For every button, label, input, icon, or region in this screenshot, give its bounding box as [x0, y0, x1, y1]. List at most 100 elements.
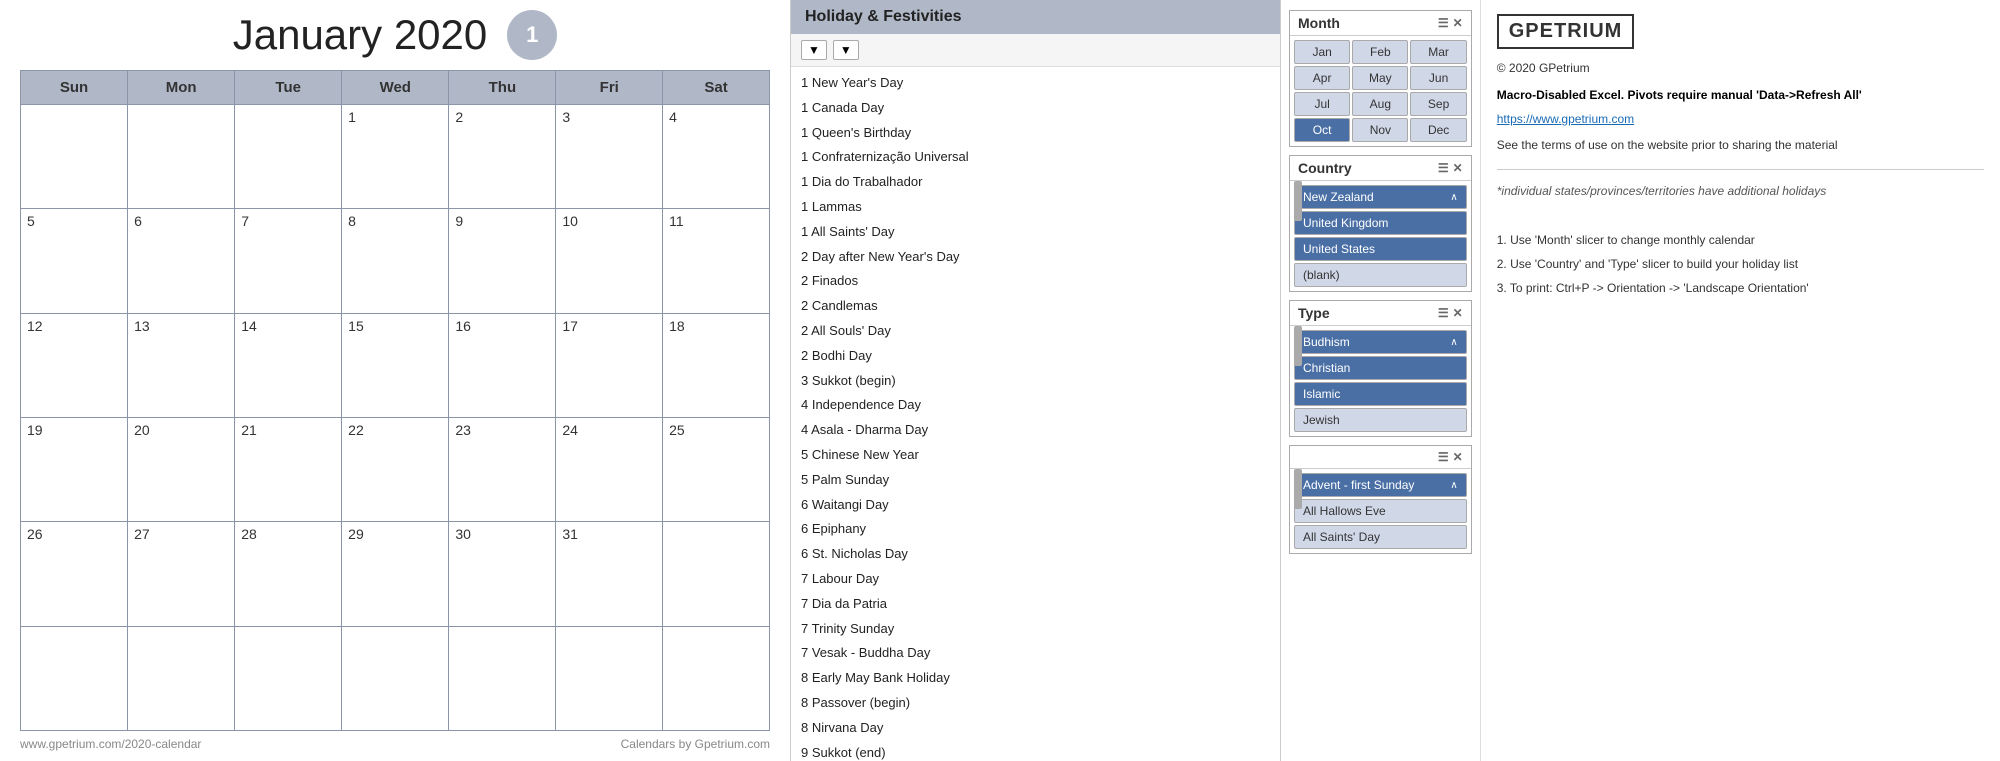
calendar-cell — [21, 105, 128, 209]
month-btn-nov[interactable]: Nov — [1352, 118, 1408, 142]
slicers-panel: Month ☰ ✕ JanFebMarAprMayJunJulAugSepOct… — [1281, 0, 1481, 761]
month-btn-apr[interactable]: Apr — [1294, 66, 1350, 90]
country-item[interactable]: United Kingdom — [1294, 211, 1467, 235]
list-item: 4 Independence Day — [801, 393, 1270, 418]
list-item: 2 Finados — [801, 269, 1270, 294]
type-item[interactable]: Budhism∧ — [1294, 330, 1467, 354]
day-number: 27 — [134, 526, 150, 542]
calendar-cell: 5 — [21, 209, 128, 313]
month-btn-jul[interactable]: Jul — [1294, 92, 1350, 116]
calendar-cell: 7 — [235, 209, 342, 313]
day-number: 28 — [241, 526, 257, 542]
calendar-header-row: SunMonTueWedThuFriSat — [21, 71, 770, 105]
month-btn-dec[interactable]: Dec — [1410, 118, 1466, 142]
calendar-title: January 2020 — [233, 11, 488, 59]
country-item[interactable]: (blank) — [1294, 263, 1467, 287]
month-btn-jan[interactable]: Jan — [1294, 40, 1350, 64]
calendar-cell: 3 — [556, 105, 663, 209]
month-sort-icon[interactable]: ☰ — [1438, 16, 1449, 30]
day-number: 25 — [669, 422, 685, 438]
calendar-cell: 18 — [663, 313, 770, 417]
list-item: 1 Confraternização Universal — [801, 145, 1270, 170]
type-item[interactable]: Jewish — [1294, 408, 1467, 432]
instruction-item: 3. To print: Ctrl+P -> Orientation -> 'L… — [1497, 276, 1984, 300]
month-btn-oct[interactable]: Oct — [1294, 118, 1350, 142]
day-number: 12 — [27, 318, 43, 334]
calendar-cell: 27 — [128, 522, 235, 626]
type-item[interactable]: Islamic — [1294, 382, 1467, 406]
day-number: 6 — [134, 213, 142, 229]
list-item: 1 All Saints' Day — [801, 220, 1270, 245]
list-item: 4 Asala - Dharma Day — [801, 418, 1270, 443]
day-number: 2 — [455, 109, 463, 125]
copyright: © 2020 GPetrium — [1497, 59, 1984, 78]
list-item: 7 Trinity Sunday — [801, 617, 1270, 642]
filter-btn-1[interactable]: ▼ — [801, 40, 827, 60]
calendar-cell: 23 — [449, 417, 556, 521]
type-slicer-header: Type ☰ ✕ — [1290, 301, 1471, 326]
calendar-cell: 4 — [663, 105, 770, 209]
month-btn-feb[interactable]: Feb — [1352, 40, 1408, 64]
holiday-name-item[interactable]: Advent - first Sunday∧ — [1294, 473, 1467, 497]
list-item: 7 Dia da Patria — [801, 592, 1270, 617]
list-item: 6 Epiphany — [801, 517, 1270, 542]
calendar-cell: 6 — [128, 209, 235, 313]
instructions-list: 1. Use 'Month' slicer to change monthly … — [1497, 228, 1984, 300]
calendar-week-0: 12 34 — [21, 105, 770, 209]
holiday-name-list: Advent - first Sunday∧All Hallows EveAll… — [1290, 469, 1471, 553]
month-btn-may[interactable]: May — [1352, 66, 1408, 90]
day-number: 11 — [669, 213, 684, 229]
country-clear-icon[interactable]: ✕ — [1453, 161, 1463, 175]
right-panel: Month ☰ ✕ JanFebMarAprMayJunJulAugSepOct… — [1280, 0, 2000, 761]
month-btn-mar[interactable]: Mar — [1410, 40, 1466, 64]
holiday-name-item[interactable]: All Hallows Eve — [1294, 499, 1467, 523]
country-item[interactable]: New Zealand∧ — [1294, 185, 1467, 209]
day-number: 5 — [27, 213, 35, 229]
footer-right: Calendars by Gpetrium.com — [621, 737, 770, 751]
day-number: 15 — [348, 318, 364, 334]
website-link[interactable]: https://www.gpetrium.com — [1497, 112, 1984, 126]
month-clear-icon[interactable]: ✕ — [1453, 16, 1463, 30]
country-slicer-header: Country ☰ ✕ — [1290, 156, 1471, 181]
calendar-cell: 26 — [21, 522, 128, 626]
country-item[interactable]: United States — [1294, 237, 1467, 261]
calendar-cell — [128, 105, 235, 209]
holiday-name-slicer: ☰ ✕ Advent - first Sunday∧All Hallows Ev… — [1289, 445, 1472, 554]
macro-warning: Macro-Disabled Excel. Pivots require man… — [1497, 88, 1984, 102]
calendar-cell — [235, 105, 342, 209]
calendar-cell: 12 — [21, 313, 128, 417]
month-btn-aug[interactable]: Aug — [1352, 92, 1408, 116]
day-number: 7 — [241, 213, 249, 229]
calendar-cell: 13 — [128, 313, 235, 417]
country-sort-icon[interactable]: ☰ — [1438, 161, 1449, 175]
month-btn-sep[interactable]: Sep — [1410, 92, 1466, 116]
calendar-day-header-fri: Fri — [556, 71, 663, 105]
list-item: 1 Canada Day — [801, 96, 1270, 121]
filter-btn-2[interactable]: ▼ — [833, 40, 859, 60]
day-number: 14 — [241, 318, 257, 334]
holiday-name-clear-icon[interactable]: ✕ — [1453, 450, 1463, 464]
country-slicer: Country ☰ ✕ New Zealand∧United KingdomUn… — [1289, 155, 1472, 292]
list-item: 5 Palm Sunday — [801, 468, 1270, 493]
list-item: 8 Passover (begin) — [801, 691, 1270, 716]
holiday-panel: Holiday & Festivities ▼ ▼ 1 New Year's D… — [790, 0, 1280, 761]
calendar-cell: 1 — [342, 105, 449, 209]
list-item: 5 Chinese New Year — [801, 443, 1270, 468]
holiday-name-sort-icon[interactable]: ☰ — [1438, 450, 1449, 464]
month-btn-jun[interactable]: Jun — [1410, 66, 1466, 90]
calendar-cell: 16 — [449, 313, 556, 417]
type-sort-icon[interactable]: ☰ — [1438, 306, 1449, 320]
list-item: 2 Candlemas — [801, 294, 1270, 319]
type-item[interactable]: Christian — [1294, 356, 1467, 380]
holiday-name-item[interactable]: All Saints' Day — [1294, 525, 1467, 549]
day-number: 10 — [562, 213, 578, 229]
instruction-item: 1. Use 'Month' slicer to change monthly … — [1497, 228, 1984, 252]
list-item: 2 Bodhi Day — [801, 344, 1270, 369]
type-clear-icon[interactable]: ✕ — [1453, 306, 1463, 320]
type-slicer-label: Type — [1298, 305, 1330, 321]
day-number: 29 — [348, 526, 364, 542]
holiday-filter-row: ▼ ▼ — [791, 34, 1280, 67]
list-item: 8 Early May Bank Holiday — [801, 666, 1270, 691]
day-number: 19 — [27, 422, 43, 438]
calendar-table: SunMonTueWedThuFriSat 123456789101112131… — [20, 70, 770, 731]
